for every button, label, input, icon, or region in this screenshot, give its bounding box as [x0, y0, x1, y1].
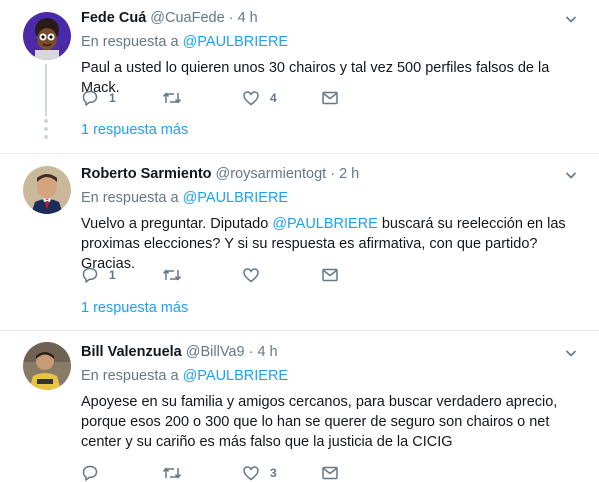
direct-message-button[interactable] [321, 464, 339, 482]
text-segment: Vuelvo a preguntar. Diputado [81, 216, 273, 232]
reply-button[interactable] [81, 464, 109, 482]
display-name[interactable]: Roberto Sarmiento [81, 166, 212, 182]
reply-prefix: En respuesta a [81, 34, 179, 50]
separator: · [248, 344, 254, 360]
reply-button[interactable]: 1 [81, 266, 116, 284]
tweet-2[interactable]: Roberto Sarmiento @roysarmientogt · 2 h … [0, 154, 599, 324]
message-icon [321, 464, 339, 482]
show-more-replies-link[interactable]: 1 respuesta más [81, 122, 188, 138]
chevron-down-icon[interactable] [565, 13, 577, 25]
like-icon [242, 464, 260, 482]
reply-icon [81, 464, 99, 482]
tweet-1[interactable]: Fede Cuá @CuaFede · 4 h En respuesta a @… [0, 0, 599, 147]
thread-line [45, 64, 47, 116]
retweet-button[interactable] [162, 464, 192, 482]
reply-count: 1 [109, 91, 116, 105]
reply-prefix: En respuesta a [81, 368, 179, 384]
reply-button[interactable]: 1 [81, 89, 116, 107]
retweet-icon [162, 266, 182, 284]
reply-icon [81, 266, 99, 284]
like-button[interactable]: 4 [242, 89, 277, 107]
mention-link[interactable]: @PAULBRIERE [272, 216, 378, 232]
tweet-text: Vuelvo a preguntar. Diputado @PAULBRIERE… [81, 214, 576, 274]
reply-prefix: En respuesta a [81, 190, 179, 206]
handle[interactable]: @roysarmientogt [216, 166, 327, 182]
like-icon [242, 266, 260, 284]
chevron-down-icon[interactable] [565, 169, 577, 181]
reply-count: 1 [109, 268, 116, 282]
avatar[interactable] [23, 12, 71, 60]
avatar[interactable] [23, 166, 71, 214]
show-more-replies-link[interactable]: 1 respuesta más [81, 300, 188, 316]
handle[interactable]: @CuaFede [150, 10, 224, 26]
chevron-down-icon[interactable] [565, 347, 577, 359]
reply-mention-link[interactable]: @PAULBRIERE [183, 34, 289, 50]
direct-message-button[interactable] [321, 266, 339, 284]
reply-icon [81, 89, 99, 107]
separator: · [330, 166, 336, 182]
tweet-text: Apoyese en su familia y amigos cercanos,… [81, 394, 558, 450]
like-icon [242, 89, 260, 107]
retweet-icon [162, 464, 182, 482]
thread-dots [44, 119, 48, 143]
handle[interactable]: @BillVa9 [186, 344, 245, 360]
reply-mention-link[interactable]: @PAULBRIERE [183, 368, 289, 384]
display-name[interactable]: Fede Cuá [81, 10, 146, 26]
retweet-button[interactable] [162, 89, 192, 107]
timestamp[interactable]: 2 h [339, 166, 359, 182]
avatar[interactable] [23, 342, 71, 390]
timestamp[interactable]: 4 h [257, 344, 277, 360]
direct-message-button[interactable] [321, 89, 339, 107]
message-icon [321, 89, 339, 107]
separator: · [228, 10, 234, 26]
tweet-header: Roberto Sarmiento @roysarmientogt · 2 h [81, 166, 359, 182]
timestamp[interactable]: 4 h [238, 10, 258, 26]
like-button[interactable]: 3 [242, 464, 277, 482]
retweet-button[interactable] [162, 266, 192, 284]
retweet-icon [162, 89, 182, 107]
reply-context: En respuesta a @PAULBRIERE [81, 34, 288, 50]
reply-context: En respuesta a @PAULBRIERE [81, 368, 288, 384]
display-name[interactable]: Bill Valenzuela [81, 344, 182, 360]
reply-mention-link[interactable]: @PAULBRIERE [183, 190, 289, 206]
like-count: 3 [270, 466, 277, 480]
tweet-3[interactable]: Bill Valenzuela @BillVa9 · 4 h En respue… [0, 331, 599, 482]
like-count: 4 [270, 91, 277, 105]
tweet-header: Bill Valenzuela @BillVa9 · 4 h [81, 344, 278, 360]
tweet-header: Fede Cuá @CuaFede · 4 h [81, 10, 258, 26]
reply-context: En respuesta a @PAULBRIERE [81, 190, 288, 206]
message-icon [321, 266, 339, 284]
like-button[interactable] [242, 266, 270, 284]
